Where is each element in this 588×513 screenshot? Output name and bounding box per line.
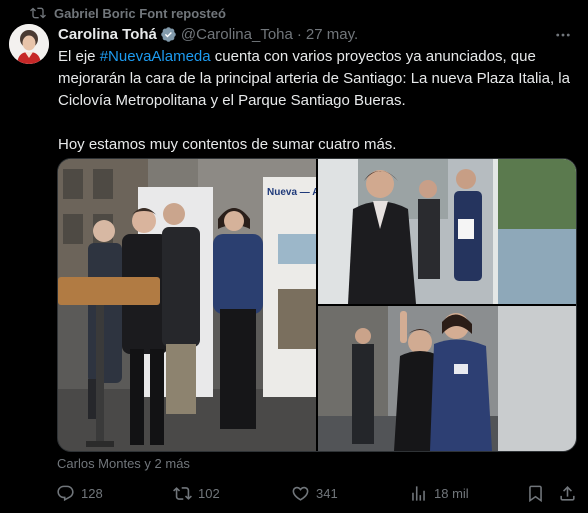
author-avatar[interactable] [9,24,49,64]
views-chart-icon [412,485,425,501]
sign-text: Nueva — Ala [267,187,316,198]
repost-text: Gabriel Boric Font reposteó [54,5,226,21]
media-grid: Nueva — Ala [57,158,577,452]
more-options-icon[interactable] [554,26,572,44]
hashtag-link[interactable]: #NuevaAlameda [100,48,211,65]
retweet-icon [173,486,192,500]
tweet-actions: 128 102 341 18 mil [56,482,580,504]
reply-count: 128 [81,485,103,501]
avatar-image [9,24,49,64]
tweet-paragraph-1: El eje #NuevaAlameda cuenta con varios p… [58,46,578,112]
photo-press-event[interactable]: Nueva — Ala [58,159,316,451]
repost-button[interactable]: 102 [173,484,220,503]
tweet-date[interactable]: 27 may. [306,26,358,43]
reply-button[interactable]: 128 [56,484,103,503]
photo-minister-gesturing[interactable] [318,306,576,451]
bookmark-icon [529,485,542,502]
views-count: 18 mil [434,485,469,501]
tagged-users-text: Carlos Montes y 2 más [57,455,190,471]
verified-badge-icon [161,26,176,42]
tagged-users[interactable]: Carlos Montes y 2 más [57,455,190,471]
header-separator: · [296,25,302,43]
like-button[interactable]: 341 [291,484,338,503]
reply-icon [57,485,74,501]
tweet-text-part: El eje [58,48,100,65]
repost-icon [30,7,46,19]
share-button[interactable] [558,484,577,503]
repost-count: 102 [198,485,220,501]
repost-indicator[interactable]: Gabriel Boric Font reposteó [30,4,226,22]
heart-icon [292,486,309,501]
tweet-text: El eje #NuevaAlameda cuenta con varios p… [58,46,578,156]
tweet-paragraph-2: Hoy estamos muy contentos de sumar cuatr… [58,136,397,153]
tweet-header: Carolina Tohá @Carolina_Toha · 27 may. [58,24,578,44]
like-count: 341 [316,485,338,501]
photo-officials-talking[interactable] [318,159,576,304]
author-handle[interactable]: @Carolina_Toha [181,26,293,43]
share-icon [560,485,575,501]
author-name[interactable]: Carolina Tohá [58,26,157,43]
bookmark-button[interactable] [526,484,545,503]
views-button[interactable]: 18 mil [409,484,469,503]
